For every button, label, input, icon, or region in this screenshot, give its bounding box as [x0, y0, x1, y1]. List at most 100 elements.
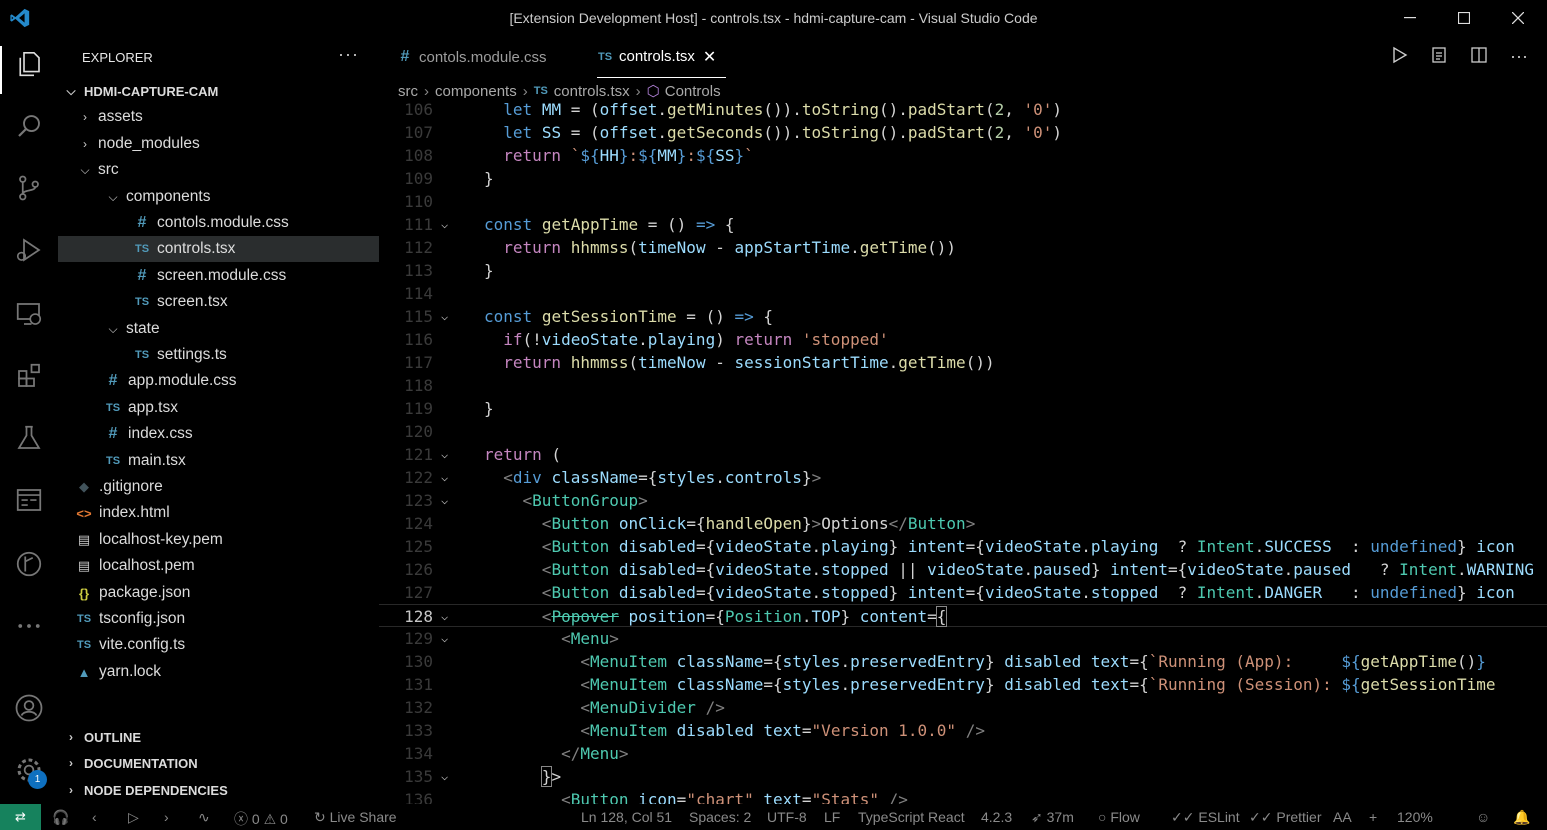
tab-controls-tsx[interactable]: TS controls.tsx ✕ [597, 36, 727, 78]
tree-item-localhost-key-pem[interactable]: ▤ localhost-key.pem [58, 527, 379, 553]
line-number: 116 [404, 330, 433, 349]
minimize-button[interactable] [1383, 0, 1437, 36]
folder-root[interactable]: ⌵ HDMI-CAPTURE-CAM [58, 78, 379, 104]
typescript-version[interactable]: 4.2.3 [981, 809, 1012, 825]
tree-item-app-tsx[interactable]: TS app.tsx [58, 395, 379, 421]
fold-chevron-icon[interactable]: ⌵ [441, 765, 448, 788]
feedback-icon[interactable]: ☺ [1476, 809, 1490, 825]
tree-item-index-css[interactable]: # index.css [58, 421, 379, 447]
explorer-icon[interactable] [13, 48, 45, 80]
cursor-position[interactable]: Ln 128, Col 51 [581, 809, 672, 825]
next-icon[interactable]: › [164, 809, 169, 825]
certificate-file-icon: ▤ [77, 532, 91, 547]
end-of-line[interactable]: LF [824, 809, 840, 825]
live-share-button[interactable]: ↻ Live Share [314, 809, 397, 826]
git-graph-icon[interactable] [13, 548, 45, 580]
line-number: 121 [404, 445, 433, 464]
tab-contols-module-css[interactable]: # contols.module.css [397, 36, 547, 78]
flow-indicator[interactable]: ○ Flow [1098, 809, 1140, 825]
fold-chevron-icon[interactable]: ⌵ [441, 489, 448, 512]
search-icon[interactable] [13, 110, 45, 142]
code-line: 117 return hhmmss(timeNow - sessionStart… [379, 351, 1547, 374]
tree-item-screen-tsx[interactable]: TS screen.tsx [58, 289, 379, 315]
run-icon[interactable] [1389, 46, 1409, 69]
tree-item-contols-module-css[interactable]: # contols.module.css [58, 210, 379, 236]
tree-item-screen-module-css[interactable]: # screen.module.css [58, 263, 379, 289]
breadcrumb-item[interactable]: components [435, 83, 517, 100]
fold-chevron-icon[interactable]: ⌵ [441, 443, 448, 466]
extensions-icon[interactable] [13, 360, 45, 392]
code-line: 133 <MenuItem disabled text="Version 1.0… [379, 719, 1547, 742]
play-icon[interactable]: ▷ [128, 809, 139, 826]
timeline-panel-icon[interactable] [13, 484, 45, 516]
tree-item-src[interactable]: ⌵ src [58, 157, 379, 183]
more-actions-icon[interactable]: ··· [338, 44, 359, 65]
remote-indicator-icon[interactable]: ⇄ [0, 804, 41, 830]
css-file-icon: # [108, 372, 118, 389]
typescript-file-icon: TS [134, 243, 150, 255]
tree-item-localhost-pem[interactable]: ▤ localhost.pem [58, 553, 379, 579]
breadcrumb-item[interactable]: controls.tsx [554, 83, 630, 100]
fold-chevron-icon[interactable]: ⌵ [441, 213, 448, 236]
line-number: 125 [404, 537, 433, 556]
prettier-indicator[interactable]: ✓✓ Prettier [1249, 809, 1321, 826]
tree-item-yarn-lock[interactable]: ▲ yarn.lock [58, 659, 379, 685]
eslint-indicator[interactable]: ✓✓ ESLint [1171, 809, 1240, 826]
tree-item-vite-config-ts[interactable]: TS vite.config.ts [58, 632, 379, 658]
zoom-level[interactable]: 120% [1397, 809, 1433, 825]
font-size-indicator[interactable]: AA [1333, 809, 1352, 825]
time-label: 37m [1046, 809, 1074, 825]
tree-item-package-json[interactable]: {} package.json [58, 580, 379, 606]
code-text: let MM = (offset.getMinutes()).toString(… [503, 100, 1063, 119]
source-control-icon[interactable] [13, 172, 45, 204]
tree-item-label: controls.tsx [157, 240, 236, 257]
code-editor[interactable]: 106 let MM = (offset.getMinutes()).toStr… [379, 98, 1547, 804]
tree-item-main-tsx[interactable]: TS main.tsx [58, 448, 379, 474]
more-icon[interactable] [13, 610, 45, 642]
tree-item-controls-tsx[interactable]: TS controls.tsx [58, 236, 379, 262]
typescript-file-icon: TS [76, 639, 92, 651]
split-editor-icon[interactable] [1469, 46, 1489, 69]
notifications-bell-icon[interactable]: 🔔 [1513, 809, 1530, 826]
remote-explorer-icon[interactable] [13, 298, 45, 330]
fold-chevron-icon[interactable]: ⌵ [441, 627, 448, 650]
tree-item-tsconfig-json[interactable]: TS tsconfig.json [58, 606, 379, 632]
accounts-icon[interactable] [13, 692, 45, 724]
open-preview-icon[interactable] [1429, 46, 1449, 69]
warning-icon: ⚠ [263, 811, 277, 827]
problems-indicator[interactable]: ⓧ 0 ⚠ 0 [234, 809, 288, 829]
encoding[interactable]: UTF-8 [767, 809, 807, 825]
tree-item-components[interactable]: ⌵ components [58, 184, 379, 210]
tree-item-assets[interactable]: › assets [58, 104, 379, 130]
tree-item-index-html[interactable]: <> index.html [58, 500, 379, 526]
tree-item-node-modules[interactable]: › node_modules [58, 131, 379, 157]
tree-item-state[interactable]: ⌵ state [58, 316, 379, 342]
tree-item-settings-ts[interactable]: TS settings.ts [58, 342, 379, 368]
section-node-dependencies[interactable]: › NODE DEPENDENCIES [58, 777, 379, 803]
zoom-in-button[interactable]: + [1369, 809, 1377, 825]
activity-bar: 1 [0, 36, 58, 804]
breadcrumb-item[interactable]: src [398, 83, 418, 100]
section-outline[interactable]: › OUTLINE [58, 724, 379, 750]
title-bar: [Extension Development Host] - controls.… [0, 0, 1547, 36]
wakatime-indicator[interactable]: ➶ 37m [1031, 809, 1074, 826]
tree-item-app-module-css[interactable]: # app.module.css [58, 368, 379, 394]
testing-icon[interactable] [13, 422, 45, 454]
fold-chevron-icon[interactable]: ⌵ [441, 605, 448, 628]
pulse-icon[interactable]: ∿ [198, 809, 210, 826]
maximize-button[interactable] [1437, 0, 1491, 36]
close-window-button[interactable] [1491, 0, 1545, 36]
run-debug-icon[interactable] [13, 234, 45, 266]
tree-item-gitignore[interactable]: ◆ .gitignore [58, 474, 379, 500]
tree-item-label: contols.module.css [157, 214, 289, 231]
section-documentation[interactable]: › DOCUMENTATION [58, 750, 379, 776]
fold-chevron-icon[interactable]: ⌵ [441, 305, 448, 328]
fold-chevron-icon[interactable]: ⌵ [441, 466, 448, 489]
breadcrumb-item[interactable]: Controls [665, 83, 721, 100]
language-mode[interactable]: TypeScript React [858, 809, 965, 825]
previous-icon[interactable]: ‹ [92, 809, 97, 825]
indentation[interactable]: Spaces: 2 [689, 809, 751, 825]
more-actions-icon[interactable]: ··· [1509, 46, 1529, 69]
headset-icon[interactable]: 🎧 [52, 809, 69, 826]
close-tab-icon[interactable]: ✕ [703, 47, 716, 67]
